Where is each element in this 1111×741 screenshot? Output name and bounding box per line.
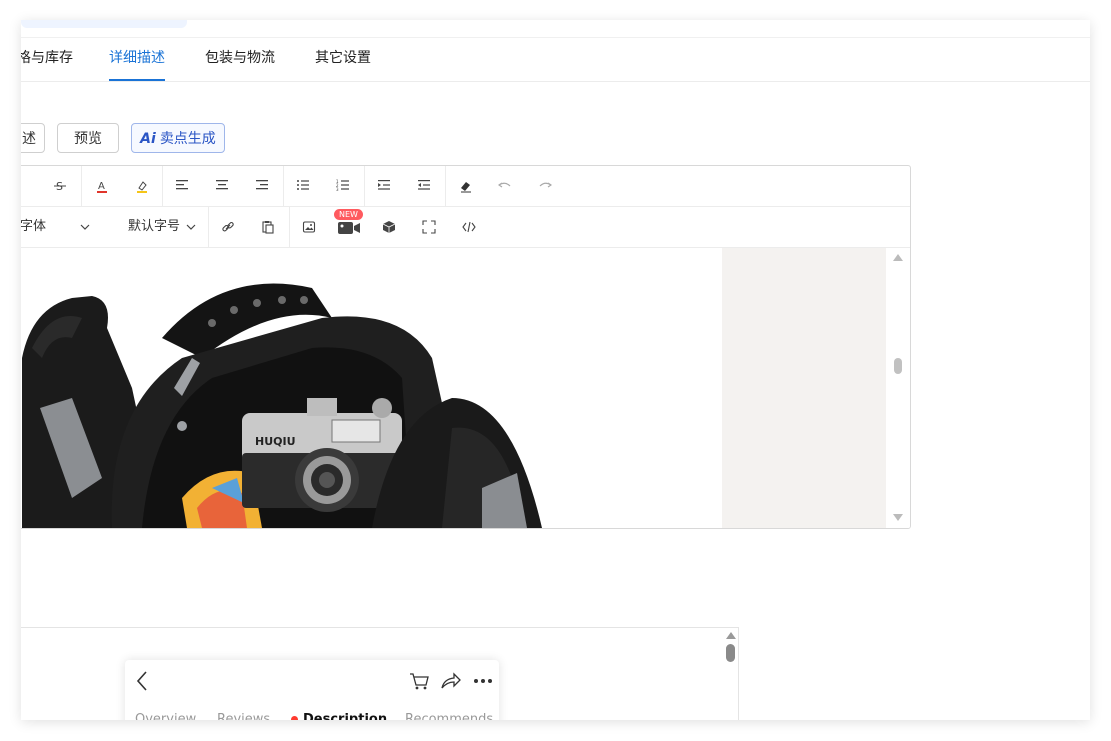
toolbar-separator (364, 166, 365, 206)
back-arrow-icon[interactable] (135, 670, 149, 696)
editor-scrollbar[interactable] (886, 248, 910, 528)
tab-detail-description[interactable]: 详细描述 (109, 38, 165, 81)
preview-button[interactable]: 预览 (57, 123, 119, 153)
svg-text:A: A (98, 181, 105, 192)
video-icon[interactable] (336, 217, 362, 237)
align-center-icon[interactable] (212, 176, 232, 196)
phone-tab-recommends[interactable]: Recommends (405, 712, 493, 720)
svg-text:3: 3 (336, 187, 339, 191)
indent-icon[interactable] (374, 176, 394, 196)
phone-tab-description[interactable]: Description (303, 712, 387, 720)
ai-button-label: 卖点生成 (159, 131, 216, 147)
undo-icon[interactable] (495, 176, 515, 196)
toolbar-separator (283, 166, 284, 206)
editor-content[interactable]: HUQIU (21, 248, 722, 528)
active-tab-dot (291, 716, 298, 720)
font-size-select[interactable]: 默认字号 (128, 217, 202, 237)
outdent-icon[interactable] (414, 176, 434, 196)
toolbar-separator (162, 166, 163, 206)
rich-text-editor: S A 123 (21, 165, 911, 529)
section-tabs: 格与库存 详细描述 包装与物流 其它设置 (21, 38, 1090, 82)
toolbar-row-1: S A 123 (21, 166, 910, 207)
toolbar-separator (289, 207, 290, 247)
code-view-icon[interactable] (459, 217, 479, 237)
tab-packaging-logistics[interactable]: 包装与物流 (205, 38, 275, 81)
preview-scrollbar[interactable] (723, 632, 739, 720)
tab-other-settings[interactable]: 其它设置 (315, 38, 371, 81)
more-icon[interactable] (472, 670, 494, 696)
new-badge: NEW (334, 209, 363, 220)
chevron-down-icon (186, 217, 196, 244)
toolbar-row-2: 字体 默认字号 NEW (21, 207, 910, 248)
redo-icon[interactable] (535, 176, 555, 196)
app-frame: 格与库存 详细描述 包装与物流 其它设置 述 预览 Ai卖点生成 S A (21, 20, 1090, 720)
preview-button-label: 预览 (74, 131, 102, 147)
ai-selling-points-button[interactable]: Ai 卖点生成 (131, 123, 225, 153)
phone-tab-overview[interactable]: Overview (135, 712, 196, 720)
toolbar-separator (208, 207, 209, 247)
toolbar-separator (81, 166, 82, 206)
cart-icon[interactable] (408, 670, 430, 696)
numbered-list-icon[interactable]: 123 (333, 176, 353, 196)
phone-mockup: Overview Reviews Description Recommends (125, 660, 499, 720)
scrollbar-thumb[interactable] (726, 644, 735, 662)
backpack-camera-image: HUQIU (22, 283, 542, 528)
font-family-select[interactable]: 字体 (21, 217, 100, 237)
scroll-up-arrow-icon[interactable] (726, 632, 736, 639)
description-button-label: 述 (22, 131, 36, 147)
scroll-up-arrow-icon[interactable] (893, 254, 903, 261)
paste-icon[interactable] (258, 217, 278, 237)
font-family-value: 字体 (21, 219, 47, 234)
tab-price-inventory[interactable]: 格与库存 (21, 38, 73, 81)
scrollbar-thumb[interactable] (894, 358, 902, 374)
toolbar-separator (445, 166, 446, 206)
scroll-down-arrow-icon[interactable] (893, 514, 903, 521)
align-right-icon[interactable] (252, 176, 272, 196)
align-left-icon[interactable] (172, 176, 192, 196)
top-pill[interactable] (21, 20, 187, 28)
highlight-icon[interactable] (132, 176, 152, 196)
phone-tab-reviews[interactable]: Reviews (217, 712, 270, 720)
link-icon[interactable] (218, 217, 238, 237)
camera-brand-label: HUQIU (255, 435, 296, 448)
chevron-down-icon (80, 217, 90, 244)
eraser-icon[interactable] (456, 176, 476, 196)
editor-side-panel (722, 248, 886, 528)
font-size-value: 默认字号 (128, 219, 181, 234)
strikethrough-icon[interactable]: S (50, 176, 70, 196)
ai-icon: Ai (140, 131, 156, 147)
fullscreen-icon[interactable] (419, 217, 439, 237)
image-icon[interactable] (299, 217, 319, 237)
font-color-icon[interactable]: A (92, 176, 112, 196)
description-button[interactable]: 述 (21, 123, 45, 153)
share-icon[interactable] (440, 670, 462, 696)
bullet-list-icon[interactable] (293, 176, 313, 196)
3d-model-icon[interactable] (379, 217, 399, 237)
